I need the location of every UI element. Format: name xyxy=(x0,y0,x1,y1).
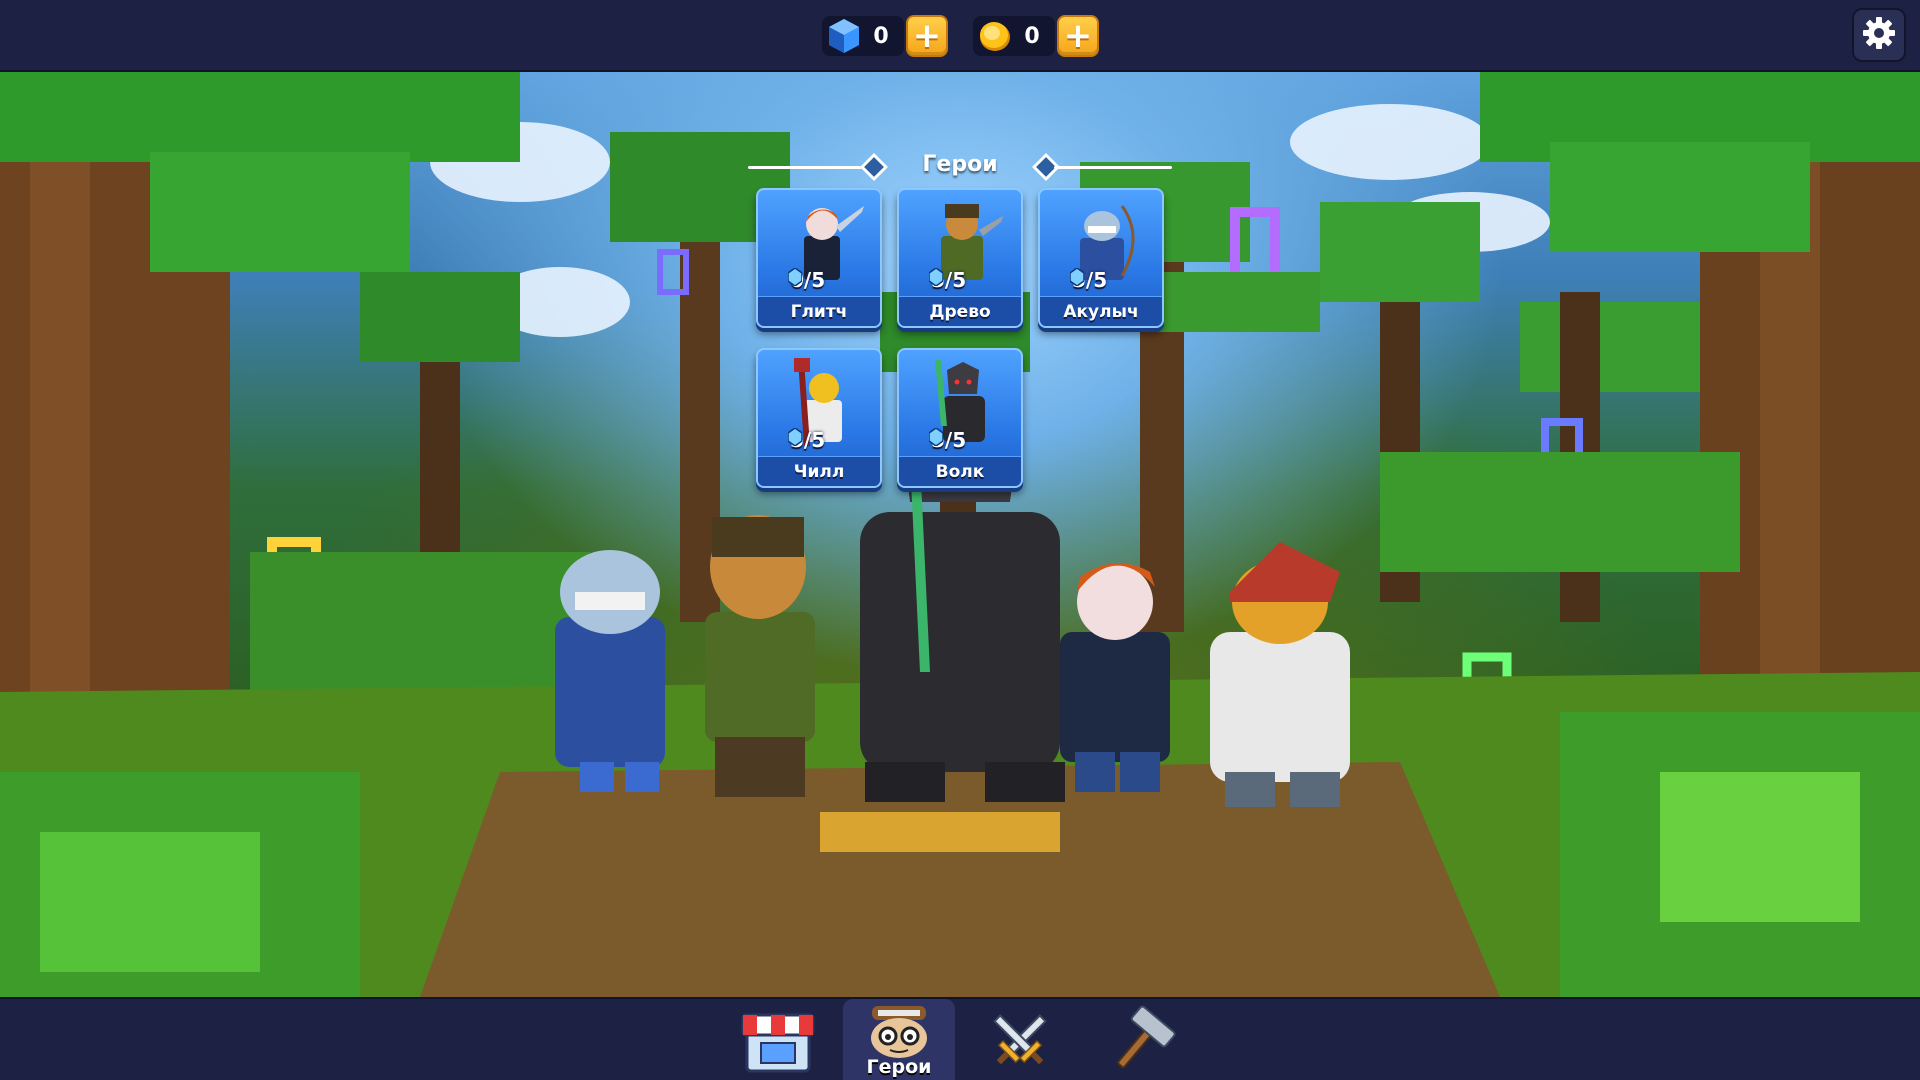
character-shark xyxy=(555,550,665,792)
crossed-swords-icon xyxy=(993,1013,1047,1064)
shard-icon xyxy=(929,268,943,286)
bottom-nav: Герои xyxy=(0,997,1920,1080)
hero-count-row: 0/5 xyxy=(788,268,825,292)
hero-face-icon xyxy=(871,1005,927,1058)
hero-name: Древо xyxy=(929,301,991,322)
hero-card-volk[interactable]: 5/5 Волк xyxy=(897,348,1023,488)
shard-icon xyxy=(1070,268,1084,286)
hero-name-bar: Глитч xyxy=(758,296,880,326)
coins-counter: 0 + xyxy=(973,14,1099,58)
gem-icon xyxy=(824,16,864,56)
nav-heroes-label: Герои xyxy=(866,1055,932,1078)
character-tree xyxy=(705,515,815,797)
hero-name: Чилл xyxy=(793,461,845,482)
hero-name: Волк xyxy=(935,461,985,482)
top-bar: 0 + 0 + xyxy=(0,0,1920,72)
hero-count-row: 5/5 xyxy=(929,428,966,452)
nav-heroes-button[interactable]: Герои xyxy=(843,999,955,1080)
hero-card-glitch[interactable]: 0/5 Глитч xyxy=(756,188,882,328)
heroes-panel-title: Герои xyxy=(922,152,998,177)
heroes-panel-header: Герои xyxy=(748,150,1172,184)
shop-icon xyxy=(741,1013,815,1072)
nav-shop-button[interactable] xyxy=(722,999,834,1080)
shard-icon xyxy=(788,268,802,286)
hero-card-drevo[interactable]: 5/5 Древо xyxy=(897,188,1023,328)
shard-icon xyxy=(788,428,802,446)
hero-name-bar: Древо xyxy=(899,296,1021,326)
hero-name: Глитч xyxy=(790,301,848,322)
coin-icon xyxy=(975,16,1015,56)
hero-name: Акулыч xyxy=(1063,301,1139,322)
hammer-icon xyxy=(1117,1005,1176,1068)
character-chill xyxy=(1210,542,1350,807)
nav-craft-button[interactable] xyxy=(1085,999,1197,1080)
header-divider-right xyxy=(1054,166,1172,169)
shard-icon xyxy=(929,428,943,446)
plus-icon: + xyxy=(1063,16,1093,56)
hero-name-bar: Волк xyxy=(899,456,1021,486)
hero-card-akulych[interactable]: 5/5 Акулыч xyxy=(1038,188,1164,328)
hero-count-row: 5/5 xyxy=(1070,268,1107,292)
plus-icon: + xyxy=(912,16,942,56)
coins-value: 0 xyxy=(1024,23,1040,49)
coins-pill: 0 xyxy=(973,16,1055,56)
hero-name-bar: Акулыч xyxy=(1040,296,1162,326)
nav-battle-button[interactable] xyxy=(964,999,1076,1080)
buy-coins-button[interactable]: + xyxy=(1057,15,1099,57)
hero-card-chill[interactable]: 5/5 Чилл xyxy=(756,348,882,488)
game-scene-background: Герои 0/5 Глитч 5/5 Древо 5/5 Акулыч 5/5… xyxy=(0,72,1920,997)
hero-count-row: 5/5 xyxy=(929,268,966,292)
gear-icon xyxy=(1862,16,1896,54)
buy-gems-button[interactable]: + xyxy=(906,15,948,57)
hero-count-row: 5/5 xyxy=(788,428,825,452)
settings-button[interactable] xyxy=(1852,8,1906,62)
gems-value: 0 xyxy=(873,23,889,49)
gems-counter: 0 + xyxy=(822,14,948,58)
hero-name-bar: Чилл xyxy=(758,456,880,486)
gems-pill: 0 xyxy=(822,16,904,56)
